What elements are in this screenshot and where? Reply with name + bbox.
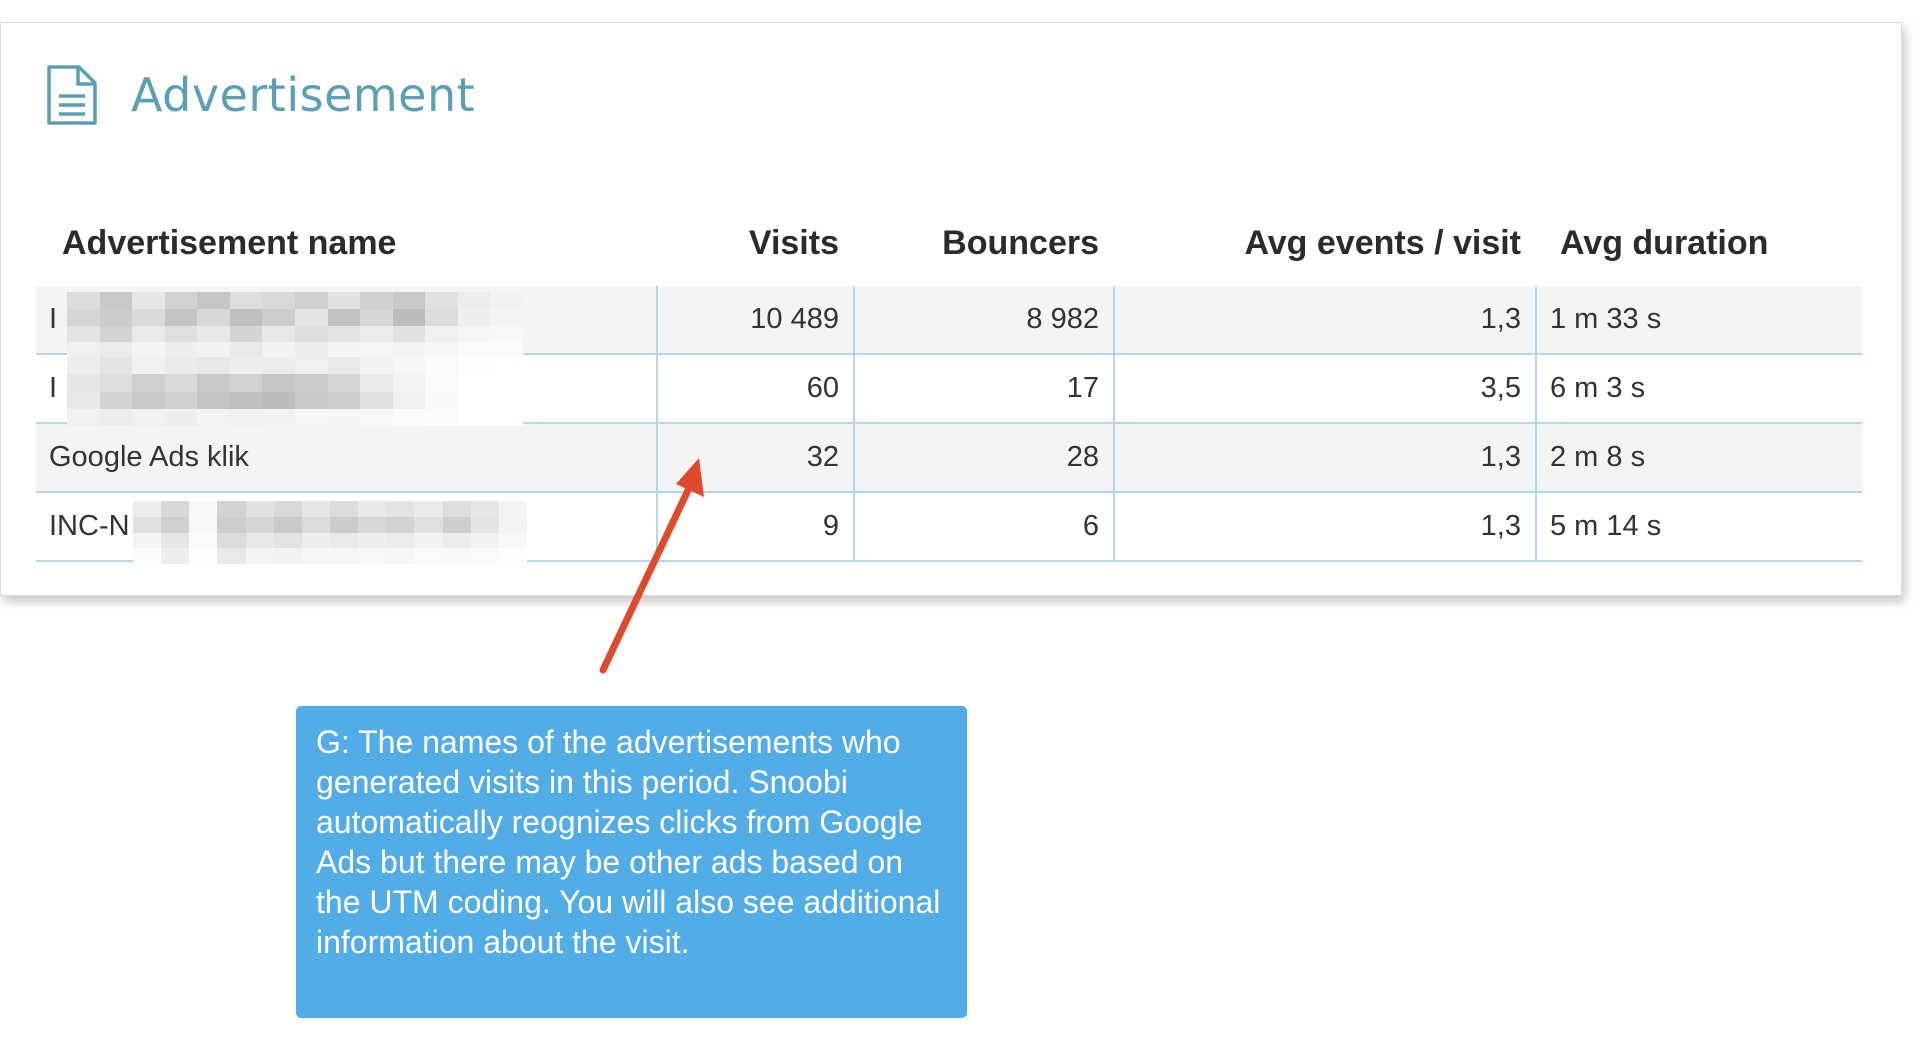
table-row[interactable]: Google Ads klik 32 28 1,3 2 m 8 s — [36, 424, 1862, 493]
header-avg-duration[interactable]: Avg duration — [1535, 200, 1862, 286]
ad-name: I — [49, 372, 58, 404]
panel-header: Advertisement — [45, 63, 475, 127]
bouncers-cell: 6 — [853, 493, 1113, 560]
header-advertisement-name[interactable]: Advertisement name — [36, 200, 656, 286]
annotation-callout: G: The names of the advertisements who g… — [296, 706, 967, 1018]
bouncers-cell: 28 — [853, 424, 1113, 491]
table-row[interactable]: INC-N 9 6 1,3 5 m 14 s — [36, 493, 1862, 564]
advertisement-panel: Advertisement Advertisement name Visits … — [0, 22, 1902, 596]
visits-cell: 32 — [656, 424, 853, 491]
avg-events-cell: 1,3 — [1113, 286, 1535, 353]
header-bouncers[interactable]: Bouncers — [853, 200, 1113, 286]
avg-duration-cell: 5 m 14 s — [1535, 493, 1862, 560]
avg-duration-cell: 2 m 8 s — [1535, 424, 1862, 491]
avg-events-cell: 1,3 — [1113, 493, 1535, 560]
visits-cell: 10 489 — [656, 286, 853, 353]
panel-title: Advertisement — [131, 68, 476, 122]
table-row[interactable]: I 10 489 8 982 1,3 1 m 33 s — [36, 286, 1862, 359]
avg-events-cell: 1,3 — [1113, 424, 1535, 491]
ad-name-cell: Google Ads klik — [49, 441, 249, 473]
header-avg-events[interactable]: Avg events / visit — [1113, 200, 1535, 286]
visits-cell: 60 — [656, 355, 853, 422]
avg-duration-cell: 6 m 3 s — [1535, 355, 1862, 422]
document-icon — [47, 65, 97, 125]
ad-name: INC-N — [49, 510, 130, 542]
avg-duration-cell: 1 m 33 s — [1535, 286, 1862, 353]
screenshot-root: Advertisement Advertisement name Visits … — [0, 0, 1928, 1038]
redacted-pixelation — [67, 292, 523, 359]
ad-name: I — [49, 303, 58, 335]
ad-name-cell: I — [36, 286, 656, 359]
bouncers-cell: 17 — [853, 355, 1113, 422]
callout-text: G: The names of the advertisements who g… — [316, 724, 941, 960]
redacted-pixelation — [67, 357, 523, 426]
advertisement-table: Advertisement name Visits Bouncers Avg e… — [36, 200, 1862, 564]
bouncers-cell: 8 982 — [853, 286, 1113, 353]
ad-name-cell: INC-N — [36, 493, 656, 564]
table-row[interactable]: I 60 17 3,5 6 m 3 s — [36, 355, 1862, 426]
visits-cell: 9 — [656, 493, 853, 560]
avg-events-cell: 3,5 — [1113, 355, 1535, 422]
table-header-row: Advertisement name Visits Bouncers Avg e… — [36, 200, 1862, 286]
redacted-pixelation — [133, 501, 527, 564]
header-visits[interactable]: Visits — [656, 200, 853, 286]
ad-name-cell: I — [36, 355, 656, 426]
